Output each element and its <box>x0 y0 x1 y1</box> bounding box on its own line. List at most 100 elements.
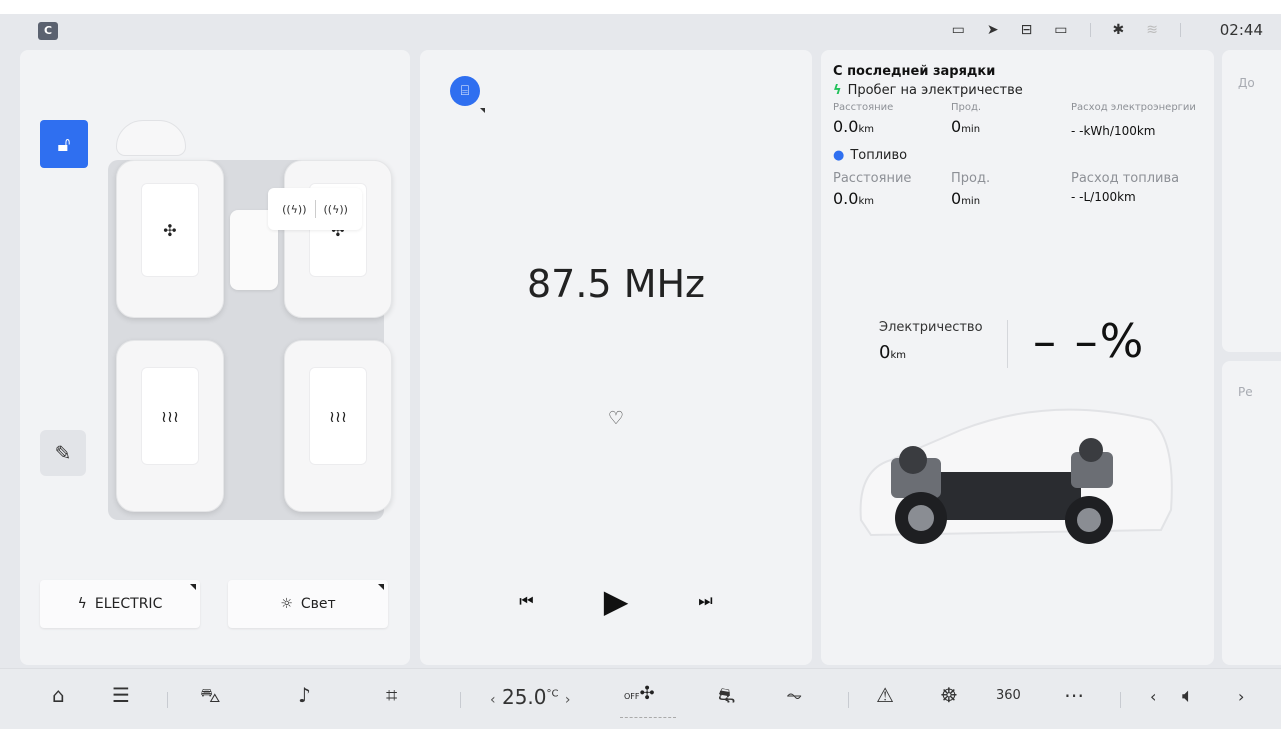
fan-icon: ✣ <box>163 220 177 240</box>
fan-level-indicator <box>620 717 676 718</box>
ev-chassis-image <box>859 408 1173 544</box>
battery-icon: ▭ <box>1054 22 1068 38</box>
door-lock-button[interactable]: 🔓︎ <box>40 120 88 168</box>
f-distance-unit: km <box>858 196 874 207</box>
electric-mileage-label: Пробег на электричестве <box>847 83 1023 98</box>
rearview-mirror <box>116 120 186 156</box>
light-label: Свет <box>300 596 336 612</box>
trip-stats: С последней зарядки ϟ Пробег на электрич… <box>833 64 1203 208</box>
electric-stats-grid: Расстояние Прод. Расход электроэнергии 0… <box>833 102 1203 138</box>
seat-front-left[interactable]: ✣ <box>116 160 224 318</box>
seat-rear-right[interactable]: ≀≀≀ <box>284 340 392 512</box>
e-distance-value: 0.0km <box>833 117 951 138</box>
electric-mode-button[interactable]: ϟ ELECTRIC <box>40 580 200 628</box>
next-button[interactable]: ⏭ <box>698 591 712 611</box>
wireless-charge-left-button[interactable]: ((ϟ)) <box>282 203 306 216</box>
more-icon[interactable]: ⋯ <box>1064 683 1084 707</box>
status-bar: C ▭ ➤ ⊟ ▭ ✱ ≋ 02:44 <box>0 14 1281 48</box>
scan-icon[interactable]: ⌗ <box>386 683 397 707</box>
bolt-icon: ϟ <box>77 596 87 612</box>
fuel-drop-icon: ● <box>833 148 845 163</box>
seat-front-right[interactable]: ✣ <box>284 160 392 318</box>
menu-corner-icon <box>480 108 485 113</box>
mail-icon: ⊟ <box>1020 22 1033 38</box>
temp-down-button[interactable]: ‹ <box>490 692 496 708</box>
radio-icon: ⌸ <box>460 83 470 99</box>
f-duration-label: Прод. <box>951 171 991 186</box>
fuel-stats-grid: Расстояние Прод. Расход топлива 0.0km 0m… <box>833 171 1203 208</box>
music-icon[interactable]: ♪ <box>298 683 311 707</box>
rear-defrost-icon[interactable]: ⏦ <box>786 683 802 707</box>
status-icons: ▭ ➤ ⊟ ▭ ✱ ≋ <box>952 22 1181 38</box>
vehicle-control-panel: 🔓︎ ✎ ✣ ✣ ≀≀≀ ≀≀≀ ((ϟ)) ((ϟ)) ϟ ELECTRIC … <box>20 50 410 665</box>
main-area: 🔓︎ ✎ ✣ ✣ ≀≀≀ ≀≀≀ ((ϟ)) ((ϟ)) ϟ ELECTRIC … <box>0 48 1281 668</box>
temp-up-button[interactable]: › <box>565 692 571 708</box>
favorite-button[interactable]: ♡ <box>604 408 628 432</box>
f-duration-value: 0min <box>951 189 1071 208</box>
divider <box>1007 320 1008 368</box>
sun-icon: ☼ <box>280 596 293 612</box>
car-cabin-view: ✣ ✣ ≀≀≀ ≀≀≀ ((ϟ)) ((ϟ)) <box>98 120 394 525</box>
fuel-label: Топливо <box>850 148 908 163</box>
f-distance-number: 0.0 <box>833 189 859 208</box>
car-icon[interactable]: ⛍ <box>200 683 221 710</box>
f-distance-label: Расстояние <box>833 171 912 186</box>
e-consumption-value: - -kWh/100km <box>1071 124 1156 138</box>
e-distance-number: 0.0 <box>833 117 859 136</box>
radio-source-button[interactable]: ⌸ <box>450 76 480 106</box>
bolt-icon: ϟ <box>833 83 842 98</box>
clock: 02:44 <box>1219 21 1263 39</box>
recirculation-icon[interactable]: ⛐ <box>718 683 735 710</box>
fuel-heading: ● Топливо <box>833 148 1203 163</box>
seat-heating-rear-left[interactable]: ≀≀≀ <box>141 367 199 465</box>
side-card-bottom[interactable]: Ре <box>1222 361 1281 665</box>
seat-rear-left[interactable]: ≀≀≀ <box>116 340 224 512</box>
volume-down-button[interactable]: ‹ <box>1150 687 1156 706</box>
e-distance-unit: km <box>858 124 874 135</box>
trip-stats-panel: С последней зарядки ϟ Пробег на электрич… <box>821 50 1214 665</box>
wireless-charging-toggles: ((ϟ)) ((ϟ)) <box>268 188 362 230</box>
temperature-value: 25.0 <box>501 685 547 709</box>
side-card-bottom-label: Ре <box>1238 385 1253 399</box>
play-button[interactable]: ▶ <box>604 582 629 620</box>
unlock-icon: 🔓︎ <box>57 132 71 156</box>
warning-icon[interactable]: ⚠ <box>876 683 894 707</box>
f-duration-number: 0 <box>951 189 962 208</box>
previous-button[interactable]: ⏮ <box>519 591 533 611</box>
seat-heating-rear-right[interactable]: ≀≀≀ <box>309 367 367 465</box>
electricity-range: 0km <box>879 342 906 363</box>
light-button[interactable]: ☼ Свет <box>228 580 388 628</box>
divider <box>1120 692 1121 708</box>
camera-360-icon[interactable]: 360 <box>996 688 1021 703</box>
f-duration-unit: min <box>961 196 981 207</box>
electric-range-summary: Электричество 0km – –% <box>833 300 1203 380</box>
playback-controls: ⏮ ▶ ⏭ <box>420 582 812 620</box>
wireless-charge-right-button[interactable]: ((ϟ)) <box>324 203 348 216</box>
screen: C ▭ ➤ ⊟ ▭ ✱ ≋ 02:44 🔓︎ ✎ ✣ ✣ ≀≀≀ ≀≀≀ ((ϟ… <box>0 0 1281 729</box>
fan-button[interactable]: OFF✣ <box>624 683 655 704</box>
divider <box>1180 23 1181 37</box>
camera-icon: ▭ <box>951 22 965 38</box>
battery-percent: – –% <box>1033 314 1146 368</box>
app-icon[interactable]: C <box>38 22 58 40</box>
wifi-off-icon: ≋ <box>1146 22 1158 38</box>
seat-ventilation-front-left[interactable]: ✣ <box>141 183 199 277</box>
steering-heat-button[interactable]: ✎ <box>40 430 86 476</box>
home-icon[interactable]: ⌂ <box>52 683 65 707</box>
speaker-icon[interactable]: 🔈︎ <box>1182 683 1194 707</box>
steering-park-icon[interactable]: ☸ <box>940 683 958 707</box>
electricity-label: Электричество <box>879 320 983 335</box>
divider <box>167 692 168 708</box>
f-consumption-value: - -L/100km <box>1071 190 1136 204</box>
apps-icon[interactable]: ☰ <box>112 683 130 707</box>
fan-state: OFF <box>624 692 640 701</box>
e-duration-label: Прод. <box>951 102 982 113</box>
e-duration-number: 0 <box>951 117 962 136</box>
e-consumption-label: Расход электроэнергии <box>1071 102 1196 113</box>
e-duration-value: 0min <box>951 117 1071 138</box>
electricity-range-unit: km <box>890 350 906 361</box>
volume-up-button[interactable]: › <box>1238 687 1244 706</box>
side-card-top[interactable]: До <box>1222 50 1281 352</box>
divider <box>848 692 849 708</box>
electric-mode-label: ELECTRIC <box>94 596 163 612</box>
